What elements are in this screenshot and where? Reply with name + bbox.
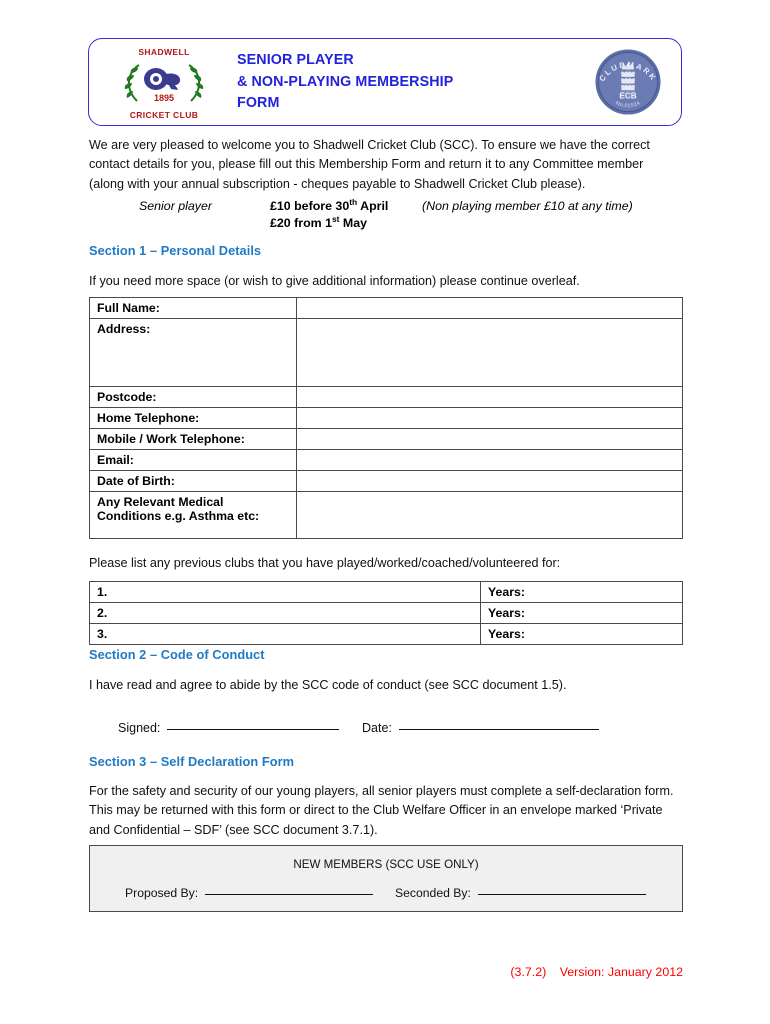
postcode-label: Postcode: (89, 386, 297, 408)
page-title-line-3: FORM (237, 95, 280, 111)
table-row: Date of Birth: (89, 470, 683, 492)
proposed-by-label: Proposed By: (125, 886, 199, 900)
table-row: Address: (89, 318, 683, 387)
seconded-by-line: Seconded By: (395, 886, 646, 900)
previous-club-3-years-field[interactable]: Years: (480, 623, 683, 645)
previous-club-2-field[interactable]: 2. (89, 602, 481, 624)
address-field[interactable] (296, 318, 683, 387)
full-name-field[interactable] (296, 297, 683, 319)
clubmark-ecb-badge-icon: ECB CLUBMARK No.01524 (595, 49, 661, 115)
signed-line: Signed: (118, 721, 340, 735)
page-title-line-2: & NON-PLAYING MEMBERSHIP (237, 73, 454, 90)
document-footer: (3.7.2) Version: January 2012 (0, 965, 683, 979)
table-row: 3. Years: (89, 623, 683, 645)
footer-version: Version: January 2012 (559, 965, 683, 979)
new-members-box: NEW MEMBERS (SCC USE ONLY) Proposed By: … (89, 845, 683, 912)
medical-conditions-field[interactable] (296, 491, 683, 539)
proposed-by-input-line[interactable] (205, 894, 374, 895)
seconded-by-input-line[interactable] (477, 894, 646, 895)
fees-early-ordinal: th (349, 196, 358, 207)
section-2-heading: Section 2 – Code of Conduct (89, 647, 265, 662)
fees-early-amount: £10 before 30th April (270, 198, 422, 215)
email-label: Email: (89, 449, 297, 471)
table-row: Home Telephone: (89, 407, 683, 429)
personal-details-table: Full Name: Address: Postcode: Home Telep… (89, 297, 683, 539)
date-line: Date: (362, 721, 599, 735)
table-row: Any Relevant Medical Conditions e.g. Ast… (89, 491, 683, 539)
previous-club-1-field[interactable]: 1. (89, 581, 481, 603)
clubmark-ecb-text: ECB (619, 91, 636, 100)
section-1-note: If you need more space (or wish to give … (89, 274, 580, 288)
proposed-by-line: Proposed By: (125, 886, 374, 900)
previous-clubs-note: Please list any previous clubs that you … (89, 556, 561, 570)
footer-doc-ref: (3.7.2) (510, 965, 547, 979)
fees-category-label: Senior player (139, 199, 213, 213)
mobile-work-telephone-label: Mobile / Work Telephone: (89, 428, 297, 450)
signature-input-line[interactable] (167, 729, 340, 730)
address-label: Address: (89, 318, 297, 387)
previous-clubs-table: 1. Years: 2. Years: 3. Years: (89, 581, 683, 645)
date-of-birth-field[interactable] (296, 470, 683, 492)
previous-club-3-field[interactable]: 3. (89, 623, 481, 645)
table-row: Mobile / Work Telephone: (89, 428, 683, 450)
home-telephone-label: Home Telephone: (89, 407, 297, 429)
header-banner: SHADWELL 1895 CRICKET CLUB ECB CLUBMARK … (88, 38, 682, 126)
club-crest-icon: 1895 (124, 64, 204, 103)
table-row: 1. Years: (89, 581, 683, 603)
section-1-heading: Section 1 – Personal Details (89, 243, 262, 258)
date-label: Date: (362, 721, 392, 735)
fees-early-post: April (357, 199, 389, 213)
medical-conditions-label-line-2: Conditions e.g. Asthma etc: (97, 509, 260, 523)
page-title: SENIOR PLAYER & NON-PLAYING MEMBERSHIP F… (237, 50, 567, 115)
section-3-heading: Section 3 – Self Declaration Form (89, 754, 295, 769)
svg-text:1895: 1895 (154, 93, 174, 103)
new-members-title: NEW MEMBERS (SCC USE ONLY) (293, 858, 479, 871)
signed-label: Signed: (118, 721, 161, 735)
email-field[interactable] (296, 449, 683, 471)
medical-conditions-label-line-1: Any Relevant Medical (97, 495, 224, 509)
section-3-paragraph: For the safety and security of our young… (89, 784, 674, 837)
club-logo-bottom-text: CRICKET CLUB (129, 110, 199, 120)
previous-club-1-years-field[interactable]: Years: (480, 581, 683, 603)
table-row: 2. Years: (89, 602, 683, 624)
table-row: Full Name: (89, 297, 683, 319)
page-title-line-1: SENIOR PLAYER (237, 52, 354, 68)
seconded-by-label: Seconded By: (395, 886, 471, 900)
intro-paragraph: We are very pleased to welcome you to Sh… (89, 138, 650, 191)
fees-late-pre: £20 from 1 (270, 215, 332, 230)
club-logo-top-text: SHADWELL (138, 47, 190, 57)
table-row: Postcode: (89, 386, 683, 408)
document-page: SHADWELL 1895 CRICKET CLUB ECB CLUBMARK … (0, 0, 770, 1024)
mobile-work-telephone-field[interactable] (296, 428, 683, 450)
home-telephone-field[interactable] (296, 407, 683, 429)
fees-early-pre: £10 before 30 (270, 199, 350, 213)
fees-nonplaying-note: (Non playing member £10 at any time) (422, 199, 633, 213)
date-input-line[interactable] (398, 729, 599, 730)
fees-block: Senior player £10 before 30th April (Non… (139, 198, 699, 232)
fees-late-post: May (339, 215, 368, 230)
previous-club-2-years-field[interactable]: Years: (480, 602, 683, 624)
full-name-label: Full Name: (89, 297, 297, 319)
fees-late-amount: £20 from 1st May (270, 214, 699, 232)
date-of-birth-label: Date of Birth: (89, 470, 297, 492)
section-2-paragraph: I have read and agree to abide by the SC… (89, 678, 567, 692)
shadwell-cricket-club-logo: SHADWELL 1895 CRICKET CLUB (109, 44, 219, 122)
table-row: Email: (89, 449, 683, 471)
postcode-field[interactable] (296, 386, 683, 408)
medical-conditions-label: Any Relevant Medical Conditions e.g. Ast… (89, 491, 297, 539)
